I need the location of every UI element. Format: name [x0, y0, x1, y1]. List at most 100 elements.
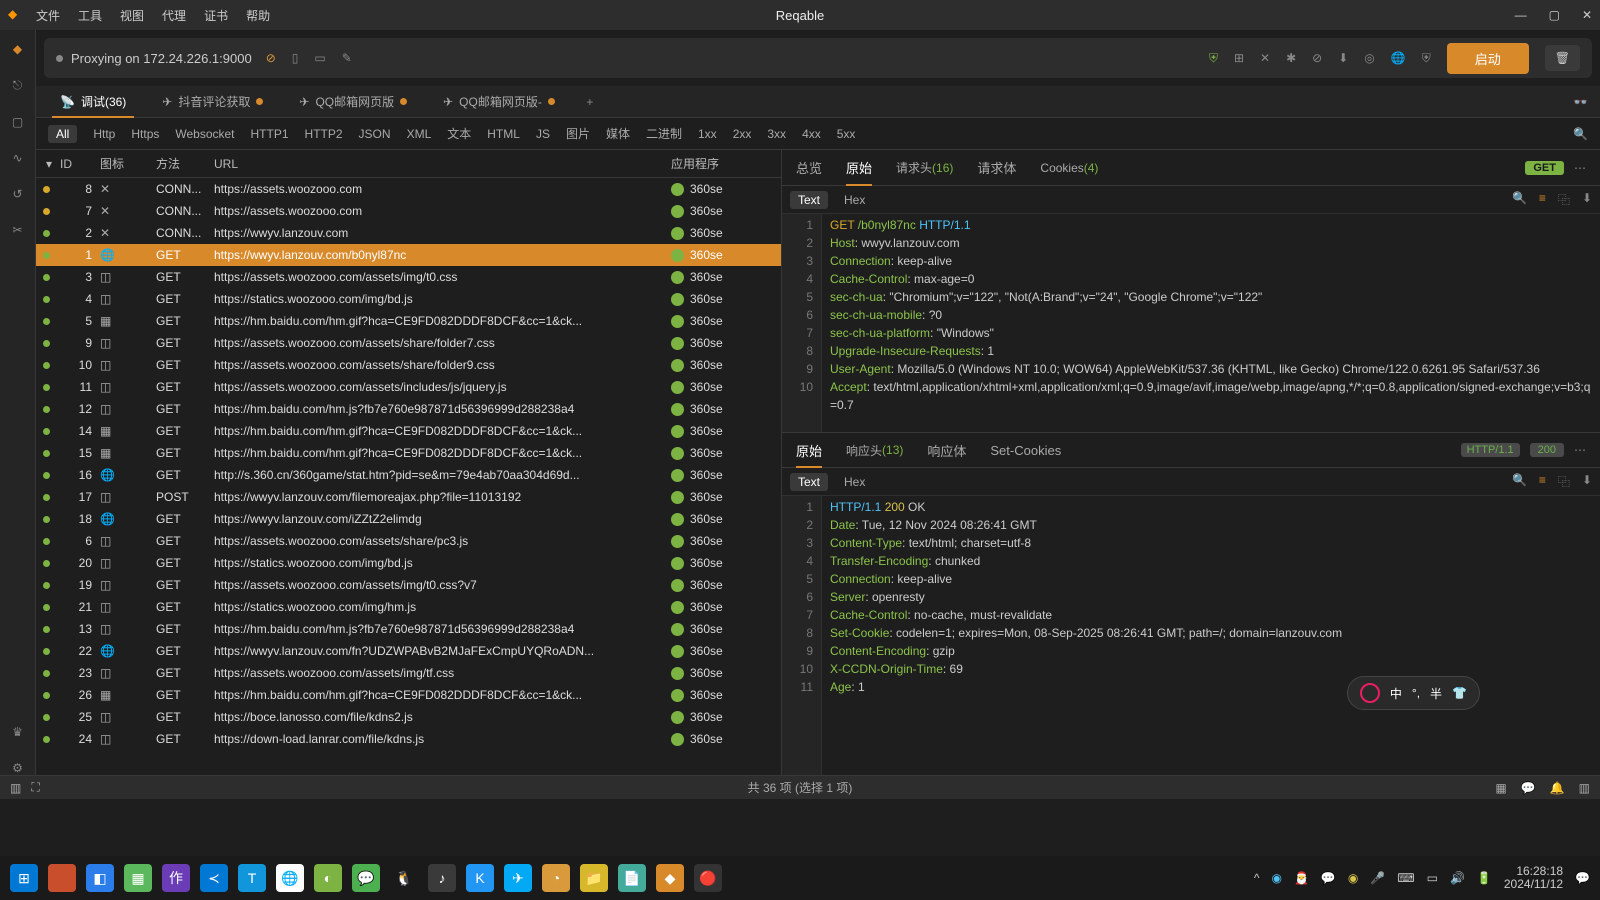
- music-icon[interactable]: ♪: [428, 864, 456, 892]
- table-row[interactable]: 23◫GEThttps://assets.woozooo.com/assets/…: [36, 662, 781, 684]
- clear-button[interactable]: 🗑: [1545, 45, 1580, 71]
- filter-3xx[interactable]: 3xx: [767, 127, 786, 141]
- table-row[interactable]: 20◫GEThttps://statics.woozooo.com/img/bd…: [36, 552, 781, 574]
- rail-history-icon[interactable]: ↺: [12, 187, 22, 201]
- table-row[interactable]: 2✕CONN...https://wwyv.lanzouv.com360se: [36, 222, 781, 244]
- vscode-icon[interactable]: ≺: [200, 864, 228, 892]
- table-row[interactable]: 9◫GEThttps://assets.woozooo.com/assets/s…: [36, 332, 781, 354]
- notifications-icon[interactable]: 💬: [1575, 871, 1590, 885]
- table-row[interactable]: 4◫GEThttps://statics.woozooo.com/img/bd.…: [36, 288, 781, 310]
- resp-copy-icon[interactable]: ⿻: [1558, 473, 1570, 490]
- tab-req-body[interactable]: 请求体: [977, 150, 1016, 186]
- filter-2xx[interactable]: 2xx: [733, 127, 752, 141]
- menu-cert[interactable]: 证书: [204, 7, 228, 24]
- table-row[interactable]: 6◫GEThttps://assets.woozooo.com/assets/s…: [36, 530, 781, 552]
- tab-overview[interactable]: 总览: [796, 150, 822, 186]
- tab-add-icon[interactable]: +: [575, 95, 605, 109]
- filter-json[interactable]: JSON: [359, 127, 391, 141]
- rail-tools-icon[interactable]: ✂: [12, 223, 22, 237]
- subtab-text[interactable]: Text: [790, 191, 828, 209]
- column-id[interactable]: ID: [56, 157, 100, 171]
- taskbar-app-2[interactable]: ◧: [86, 864, 114, 892]
- ime-punct[interactable]: °,: [1412, 686, 1420, 700]
- start-icon[interactable]: ⊞: [10, 864, 38, 892]
- ime-width[interactable]: 半: [1430, 685, 1442, 702]
- table-row[interactable]: 3◫GEThttps://assets.woozooo.com/assets/i…: [36, 266, 781, 288]
- wrap-icon[interactable]: ≡: [1539, 191, 1546, 208]
- expand-column-icon[interactable]: ▾: [36, 157, 56, 171]
- warning-icon[interactable]: ⊘: [266, 51, 276, 65]
- filter-http1[interactable]: HTTP1: [251, 127, 289, 141]
- shield-icon[interactable]: ⛨: [1209, 51, 1218, 66]
- status-chat-icon[interactable]: 💬: [1521, 781, 1536, 795]
- tab-cookies[interactable]: Cookies(4): [1040, 150, 1098, 186]
- tab-raw[interactable]: 原始: [846, 150, 872, 186]
- table-row[interactable]: 17◫POSThttps://wwyv.lanzouv.com/filemore…: [36, 486, 781, 508]
- table-row[interactable]: 7✕CONN...https://assets.woozooo.com360se: [36, 200, 781, 222]
- table-row[interactable]: 25◫GEThttps://boce.lanosso.com/file/kdns…: [36, 706, 781, 728]
- filter-图片[interactable]: 图片: [566, 125, 590, 142]
- target-icon[interactable]: ◎: [1364, 51, 1374, 65]
- system-clock[interactable]: 16:28:18 2024/11/12: [1504, 865, 1563, 891]
- export-icon[interactable]: ⬇: [1582, 191, 1592, 208]
- column-icon[interactable]: 图标: [100, 155, 156, 172]
- taskbar-app-7[interactable]: K: [466, 864, 494, 892]
- table-row[interactable]: 22🌐GEThttps://wwyv.lanzouv.com/fn?UDZWPA…: [36, 640, 781, 662]
- download-icon[interactable]: ⬇: [1338, 51, 1348, 65]
- capture-tab-0[interactable]: 📡调试(36): [44, 86, 142, 118]
- menu-file[interactable]: 文件: [36, 7, 60, 24]
- device-mobile-icon[interactable]: ▯: [292, 51, 299, 65]
- taskbar-app-4[interactable]: 作: [162, 864, 190, 892]
- taskbar-app-9[interactable]: ◔: [542, 864, 570, 892]
- table-row[interactable]: 5▦GEThttps://hm.baidu.com/hm.gif?hca=CE9…: [36, 310, 781, 332]
- ime-floating-bar[interactable]: 中 °, 半 👕: [1347, 676, 1480, 710]
- shield2-icon[interactable]: ⛨: [1422, 51, 1431, 66]
- wechat-icon[interactable]: 💬: [352, 864, 380, 892]
- filter-js[interactable]: JS: [536, 127, 550, 141]
- taskbar-app-6[interactable]: ◐: [314, 864, 342, 892]
- taskbar-app-5[interactable]: T: [238, 864, 266, 892]
- more-icon[interactable]: ⋯: [1574, 161, 1586, 175]
- explorer-icon[interactable]: 📁: [580, 864, 608, 892]
- column-app[interactable]: 应用程序: [671, 155, 781, 172]
- rail-crown-icon[interactable]: ♛: [12, 725, 23, 739]
- capture-tab-3[interactable]: ✈QQ邮箱网页版-: [427, 86, 571, 118]
- close-icon[interactable]: ✕: [1582, 8, 1592, 22]
- table-row[interactable]: 14▦GEThttps://hm.baidu.com/hm.gif?hca=CE…: [36, 420, 781, 442]
- tray-battery-icon[interactable]: 🔋: [1477, 871, 1492, 885]
- reqable-taskbar-icon[interactable]: ◆: [656, 864, 684, 892]
- qq-icon[interactable]: 🐧: [390, 864, 418, 892]
- launch-button[interactable]: 启动: [1447, 43, 1529, 74]
- filter-二进制[interactable]: 二进制: [646, 125, 682, 142]
- filter-http2[interactable]: HTTP2: [305, 127, 343, 141]
- tray-display-icon[interactable]: ▭: [1427, 871, 1438, 885]
- tab-resp-raw[interactable]: 原始: [796, 432, 822, 468]
- table-row[interactable]: 18🌐GEThttps://wwyv.lanzouv.com/iZZtZ2eli…: [36, 508, 781, 530]
- resp-subtab-hex[interactable]: Hex: [836, 473, 873, 491]
- block-icon[interactable]: ⊘: [1312, 51, 1322, 65]
- edit-icon[interactable]: ✎: [342, 51, 352, 65]
- table-row[interactable]: 24◫GEThttps://down-load.lanrar.com/file/…: [36, 728, 781, 750]
- status-layout-icon[interactable]: ▥: [1579, 781, 1590, 795]
- filter-http[interactable]: Http: [93, 127, 115, 141]
- table-row[interactable]: 26▦GEThttps://hm.baidu.com/hm.gif?hca=CE…: [36, 684, 781, 706]
- capture-tab-2[interactable]: ✈QQ邮箱网页版: [283, 86, 423, 118]
- flag-icon[interactable]: ✱: [1286, 51, 1296, 65]
- tray-volume-icon[interactable]: 🔊: [1450, 871, 1465, 885]
- ime-shirt-icon[interactable]: 👕: [1452, 686, 1467, 700]
- tray-chevron-icon[interactable]: ^: [1254, 871, 1260, 885]
- taskbar-app-1[interactable]: [48, 864, 76, 892]
- tray-mic-icon[interactable]: 🎤: [1370, 871, 1385, 885]
- menu-tools[interactable]: 工具: [78, 7, 102, 24]
- filter-5xx[interactable]: 5xx: [837, 127, 856, 141]
- filter-websocket[interactable]: Websocket: [175, 127, 234, 141]
- column-url[interactable]: URL: [214, 157, 671, 171]
- table-row[interactable]: 21◫GEThttps://statics.woozooo.com/img/hm…: [36, 596, 781, 618]
- plugin-icon[interactable]: ⊞: [1234, 51, 1244, 65]
- resp-more-icon[interactable]: ⋯: [1574, 443, 1586, 457]
- table-row[interactable]: 8✕CONN...https://assets.woozooo.com360se: [36, 178, 781, 200]
- menu-view[interactable]: 视图: [120, 7, 144, 24]
- copy-icon[interactable]: ⿻: [1558, 191, 1570, 208]
- incognito-icon[interactable]: 👓: [1573, 95, 1600, 109]
- table-row[interactable]: 12◫GEThttps://hm.baidu.com/hm.js?fb7e760…: [36, 398, 781, 420]
